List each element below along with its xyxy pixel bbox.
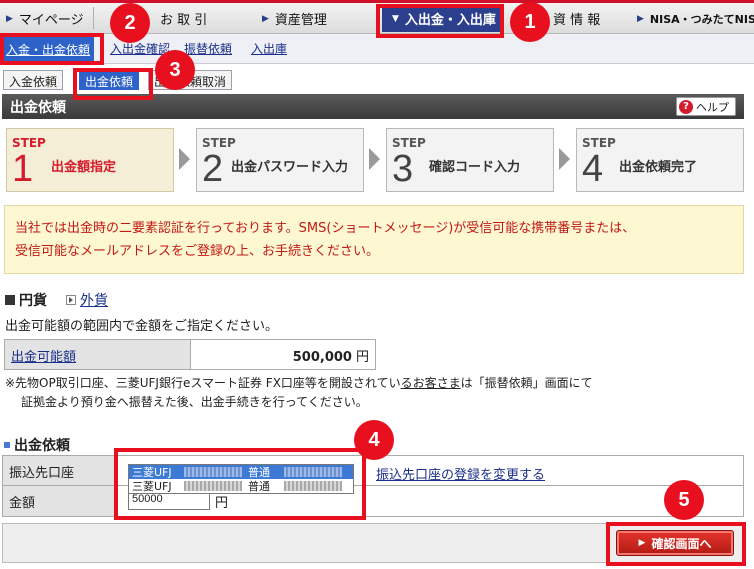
annotation-box-1 bbox=[376, 4, 504, 38]
nav-item-assets[interactable]: ▶ 資産管理 bbox=[262, 5, 327, 32]
triangle-right-icon: ▶ bbox=[262, 13, 269, 24]
note-line-1: ※先物OP取引口座、三菱UFJ銀行eスマート証券 FX口座等を開設されているお客… bbox=[5, 374, 593, 393]
nav-item-label: 資 情 報 bbox=[553, 13, 601, 28]
step-3: STEP 3 確認コード入力 bbox=[386, 128, 554, 192]
triangle-right-icon: ▶ bbox=[6, 13, 13, 24]
available-amount-number: 500,000 bbox=[292, 350, 352, 365]
nav-item-label: マイページ bbox=[18, 13, 84, 28]
annotation-box-4 bbox=[114, 448, 366, 520]
triangle-right-icon: ▶ bbox=[637, 13, 644, 24]
step-number: 4 bbox=[582, 148, 604, 190]
selected-square-icon bbox=[5, 295, 15, 305]
nav-item-label: NISA・つみたてNISA bbox=[649, 12, 754, 26]
available-amount-label[interactable]: 出金可能額 bbox=[5, 340, 191, 369]
annotation-box-5 bbox=[606, 522, 746, 566]
step-arrow-icon bbox=[179, 148, 190, 170]
step-number: 1 bbox=[12, 148, 34, 190]
subnav-item-transfer[interactable]: 振替依頼 bbox=[184, 40, 232, 57]
nav-item-info[interactable]: 資 情 報 bbox=[553, 5, 600, 32]
futures-note: ※先物OP取引口座、三菱UFJ銀行eスマート証券 FX口座等を開設されているお客… bbox=[5, 374, 593, 412]
step-arrow-icon bbox=[559, 148, 570, 170]
section-title: 出金依頼 bbox=[4, 435, 70, 455]
top-accent-bar bbox=[0, 0, 754, 3]
nav-item-mypage[interactable]: ▶ マイページ bbox=[6, 5, 94, 32]
note-text: は「振替依頼」画面にて bbox=[460, 376, 593, 390]
help-label: ヘルプ bbox=[696, 101, 729, 114]
nav-item-nisa[interactable]: ▶ NISA・つみたてNISA bbox=[637, 5, 754, 32]
available-amount-table: 出金可能額 500,000 円 bbox=[4, 339, 376, 370]
nav-item-trade[interactable]: お 取 引 bbox=[160, 5, 207, 32]
subnav-item-securities-transfer[interactable]: 入出庫 bbox=[251, 40, 287, 57]
annotation-badge-2: 2 bbox=[110, 3, 150, 43]
help-icon: ? bbox=[679, 100, 693, 114]
currency-jpy-label: 円貨 bbox=[19, 293, 47, 309]
note-customer-link: るお客さま bbox=[400, 376, 461, 390]
step-1: STEP 1 出金額指定 bbox=[6, 128, 174, 192]
step-number: 2 bbox=[202, 148, 224, 190]
notice-line: 当社では出金時の二要素認証を行っております。SMS(ショートメッセージ)が受信可… bbox=[15, 221, 636, 236]
annotation-badge-1: 1 bbox=[510, 2, 550, 42]
nav-divider bbox=[92, 7, 94, 29]
step-text: 出金額指定 bbox=[51, 160, 117, 175]
change-account-link[interactable]: 振込先口座の登録を変更する bbox=[376, 464, 545, 483]
annotation-badge-5: 5 bbox=[664, 480, 704, 520]
step-text: 出金依頼完了 bbox=[619, 160, 698, 175]
instruction-text: 出金可能額の範囲内で金額をご指定ください。 bbox=[5, 319, 279, 334]
step-text: 出金パスワード入力 bbox=[231, 160, 349, 175]
step-text: 確認コード入力 bbox=[429, 160, 521, 175]
sub-nav: 入金・出金依頼 入出金確認 振替依頼 入出庫 bbox=[0, 34, 754, 64]
available-amount-unit: 円 bbox=[355, 350, 369, 365]
section-title-text: 出金依頼 bbox=[14, 438, 70, 454]
note-line-2: 証拠金より預り金へ振替えた後、出金手続きを行ってください。 bbox=[21, 395, 368, 409]
available-amount-value: 500,000 円 bbox=[191, 340, 375, 369]
note-text: ※先物OP取引口座、三菱UFJ銀行eスマート証券 FX口座等を開設されてい bbox=[5, 376, 401, 390]
account-label: 振込先口座 bbox=[3, 456, 115, 485]
amount-label: 金額 bbox=[3, 486, 115, 516]
step-4: STEP 4 出金依頼完了 bbox=[576, 128, 744, 192]
currency-foreign-link[interactable]: 外貨 bbox=[80, 290, 108, 310]
annotation-badge-3: 3 bbox=[155, 50, 195, 90]
step-number: 3 bbox=[392, 148, 414, 190]
currency-foreign[interactable]: 外貨 bbox=[66, 290, 108, 310]
nav-item-label: お 取 引 bbox=[160, 13, 208, 28]
nav-item-label: 資産管理 bbox=[274, 13, 327, 28]
annotation-box-3 bbox=[73, 68, 153, 100]
step-2: STEP 2 出金パスワード入力 bbox=[196, 128, 364, 192]
notice-line: 受信可能なメールアドレスをご登録の上、お手続きください。 bbox=[15, 244, 380, 259]
annotation-badge-4: 4 bbox=[354, 420, 394, 460]
bullet-icon bbox=[4, 442, 10, 448]
currency-jpy: 円貨 bbox=[5, 290, 47, 310]
annotation-box-2 bbox=[0, 33, 104, 65]
help-button[interactable]: ? ヘルプ bbox=[676, 97, 736, 116]
two-factor-notice: 当社では出金時の二要素認証を行っております。SMS(ショートメッセージ)が受信可… bbox=[4, 205, 744, 274]
tab-deposit-request[interactable]: 入金依頼 bbox=[3, 70, 64, 90]
step-arrow-icon bbox=[369, 148, 380, 170]
arrow-square-icon bbox=[66, 295, 76, 305]
page-title: 出金依頼 bbox=[10, 100, 66, 116]
